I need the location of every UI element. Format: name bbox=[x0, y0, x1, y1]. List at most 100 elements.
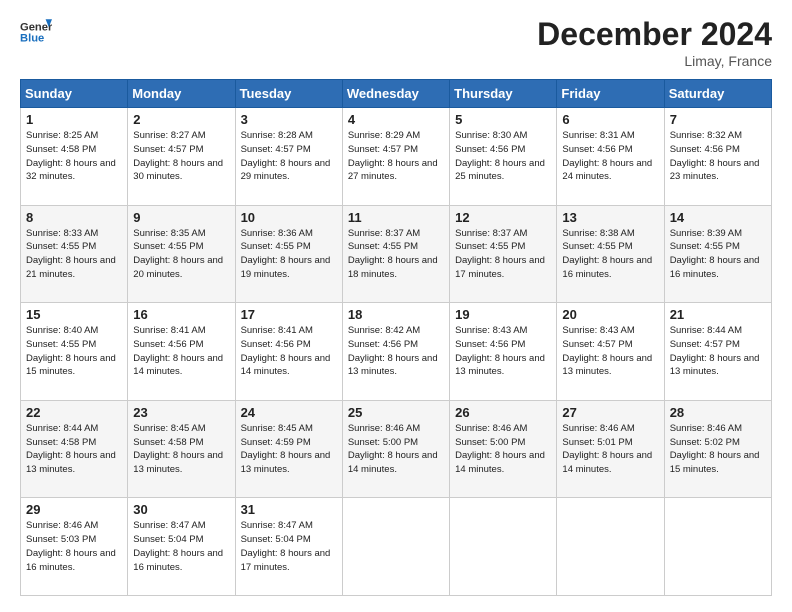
calendar-cell: 8 Sunrise: 8:33 AMSunset: 4:55 PMDaylight… bbox=[21, 205, 128, 303]
svg-text:Blue: Blue bbox=[20, 33, 44, 45]
cell-info: Sunrise: 8:33 AMSunset: 4:55 PMDaylight:… bbox=[26, 227, 122, 282]
cell-info: Sunrise: 8:30 AMSunset: 4:56 PMDaylight:… bbox=[455, 129, 551, 184]
week-row-3: 15 Sunrise: 8:40 AMSunset: 4:55 PMDayligh… bbox=[21, 303, 772, 401]
calendar-cell: 12 Sunrise: 8:37 AMSunset: 4:55 PMDayligh… bbox=[450, 205, 557, 303]
cell-info: Sunrise: 8:42 AMSunset: 4:56 PMDaylight:… bbox=[348, 324, 444, 379]
title-block: December 2024 Limay, France bbox=[537, 16, 772, 69]
day-of-week-wednesday: Wednesday bbox=[342, 80, 449, 108]
day-number: 26 bbox=[455, 405, 551, 420]
day-of-week-saturday: Saturday bbox=[664, 80, 771, 108]
week-row-2: 8 Sunrise: 8:33 AMSunset: 4:55 PMDaylight… bbox=[21, 205, 772, 303]
day-number: 17 bbox=[241, 307, 337, 322]
day-of-week-monday: Monday bbox=[128, 80, 235, 108]
day-number: 1 bbox=[26, 112, 122, 127]
day-number: 20 bbox=[562, 307, 658, 322]
cell-info: Sunrise: 8:45 AMSunset: 4:58 PMDaylight:… bbox=[133, 422, 229, 477]
cell-info: Sunrise: 8:25 AMSunset: 4:58 PMDaylight:… bbox=[26, 129, 122, 184]
day-number: 5 bbox=[455, 112, 551, 127]
day-of-week-thursday: Thursday bbox=[450, 80, 557, 108]
day-number: 2 bbox=[133, 112, 229, 127]
cell-info: Sunrise: 8:46 AMSunset: 5:02 PMDaylight:… bbox=[670, 422, 766, 477]
logo: General Blue bbox=[20, 16, 52, 48]
calendar-body: 1 Sunrise: 8:25 AMSunset: 4:58 PMDaylight… bbox=[21, 108, 772, 596]
day-number: 7 bbox=[670, 112, 766, 127]
calendar-cell: 19 Sunrise: 8:43 AMSunset: 4:56 PMDayligh… bbox=[450, 303, 557, 401]
location: Limay, France bbox=[537, 53, 772, 69]
day-of-week-tuesday: Tuesday bbox=[235, 80, 342, 108]
cell-info: Sunrise: 8:40 AMSunset: 4:55 PMDaylight:… bbox=[26, 324, 122, 379]
cell-info: Sunrise: 8:45 AMSunset: 4:59 PMDaylight:… bbox=[241, 422, 337, 477]
cell-info: Sunrise: 8:32 AMSunset: 4:56 PMDaylight:… bbox=[670, 129, 766, 184]
calendar-cell: 21Sunrise: 8:44 AMSunset: 4:57 PMDayligh… bbox=[664, 303, 771, 401]
calendar-cell: 22 Sunrise: 8:44 AMSunset: 4:58 PMDayligh… bbox=[21, 400, 128, 498]
calendar-cell: 25 Sunrise: 8:46 AMSunset: 5:00 PMDayligh… bbox=[342, 400, 449, 498]
cell-info: Sunrise: 8:44 AMSunset: 4:58 PMDaylight:… bbox=[26, 422, 122, 477]
calendar-cell: 14 Sunrise: 8:39 AMSunset: 4:55 PMDayligh… bbox=[664, 205, 771, 303]
cell-info: Sunrise: 8:47 AMSunset: 5:04 PMDaylight:… bbox=[241, 519, 337, 574]
calendar-cell: 2 Sunrise: 8:27 AMSunset: 4:57 PMDaylight… bbox=[128, 108, 235, 206]
calendar-cell: 30Sunrise: 8:47 AMSunset: 5:04 PMDayligh… bbox=[128, 498, 235, 596]
cell-info: Sunrise: 8:37 AMSunset: 4:55 PMDaylight:… bbox=[348, 227, 444, 282]
day-number: 27 bbox=[562, 405, 658, 420]
calendar-cell: 1 Sunrise: 8:25 AMSunset: 4:58 PMDaylight… bbox=[21, 108, 128, 206]
week-row-1: 1 Sunrise: 8:25 AMSunset: 4:58 PMDaylight… bbox=[21, 108, 772, 206]
cell-info: Sunrise: 8:41 AMSunset: 4:56 PMDaylight:… bbox=[241, 324, 337, 379]
cell-info: Sunrise: 8:37 AMSunset: 4:55 PMDaylight:… bbox=[455, 227, 551, 282]
calendar-cell: 9Sunrise: 8:35 AMSunset: 4:55 PMDaylight… bbox=[128, 205, 235, 303]
page: General Blue December 2024 Limay, France… bbox=[0, 0, 792, 612]
calendar-cell bbox=[557, 498, 664, 596]
cell-info: Sunrise: 8:47 AMSunset: 5:04 PMDaylight:… bbox=[133, 519, 229, 574]
calendar-cell: 26Sunrise: 8:46 AMSunset: 5:00 PMDayligh… bbox=[450, 400, 557, 498]
day-number: 19 bbox=[455, 307, 551, 322]
calendar-cell: 24Sunrise: 8:45 AMSunset: 4:59 PMDayligh… bbox=[235, 400, 342, 498]
calendar-cell: 16Sunrise: 8:41 AMSunset: 4:56 PMDayligh… bbox=[128, 303, 235, 401]
day-number: 4 bbox=[348, 112, 444, 127]
day-number: 3 bbox=[241, 112, 337, 127]
calendar-cell: 11 Sunrise: 8:37 AMSunset: 4:55 PMDayligh… bbox=[342, 205, 449, 303]
day-number: 14 bbox=[670, 210, 766, 225]
calendar-cell: 7 Sunrise: 8:32 AMSunset: 4:56 PMDaylight… bbox=[664, 108, 771, 206]
header: General Blue December 2024 Limay, France bbox=[20, 16, 772, 69]
day-number: 6 bbox=[562, 112, 658, 127]
cell-info: Sunrise: 8:43 AMSunset: 4:57 PMDaylight:… bbox=[562, 324, 658, 379]
calendar-cell bbox=[450, 498, 557, 596]
month-title: December 2024 bbox=[537, 16, 772, 53]
day-number: 25 bbox=[348, 405, 444, 420]
calendar-cell: 5 Sunrise: 8:30 AMSunset: 4:56 PMDaylight… bbox=[450, 108, 557, 206]
day-of-week-sunday: Sunday bbox=[21, 80, 128, 108]
calendar-cell: 31Sunrise: 8:47 AMSunset: 5:04 PMDayligh… bbox=[235, 498, 342, 596]
calendar-cell: 20 Sunrise: 8:43 AMSunset: 4:57 PMDayligh… bbox=[557, 303, 664, 401]
cell-info: Sunrise: 8:44 AMSunset: 4:57 PMDaylight:… bbox=[670, 324, 766, 379]
cell-info: Sunrise: 8:43 AMSunset: 4:56 PMDaylight:… bbox=[455, 324, 551, 379]
calendar-cell: 23Sunrise: 8:45 AMSunset: 4:58 PMDayligh… bbox=[128, 400, 235, 498]
cell-info: Sunrise: 8:39 AMSunset: 4:55 PMDaylight:… bbox=[670, 227, 766, 282]
day-number: 13 bbox=[562, 210, 658, 225]
day-number: 11 bbox=[348, 210, 444, 225]
calendar-cell bbox=[664, 498, 771, 596]
calendar-cell: 6 Sunrise: 8:31 AMSunset: 4:56 PMDaylight… bbox=[557, 108, 664, 206]
cell-info: Sunrise: 8:38 AMSunset: 4:55 PMDaylight:… bbox=[562, 227, 658, 282]
cell-info: Sunrise: 8:36 AMSunset: 4:55 PMDaylight:… bbox=[241, 227, 337, 282]
cell-info: Sunrise: 8:46 AMSunset: 5:03 PMDaylight:… bbox=[26, 519, 122, 574]
day-number: 15 bbox=[26, 307, 122, 322]
logo-icon: General Blue bbox=[20, 16, 52, 48]
cell-info: Sunrise: 8:46 AMSunset: 5:01 PMDaylight:… bbox=[562, 422, 658, 477]
cell-info: Sunrise: 8:35 AMSunset: 4:55 PMDaylight:… bbox=[133, 227, 229, 282]
calendar-cell: 4 Sunrise: 8:29 AMSunset: 4:57 PMDaylight… bbox=[342, 108, 449, 206]
cell-info: Sunrise: 8:46 AMSunset: 5:00 PMDaylight:… bbox=[348, 422, 444, 477]
calendar-cell bbox=[342, 498, 449, 596]
days-of-week-row: SundayMondayTuesdayWednesdayThursdayFrid… bbox=[21, 80, 772, 108]
cell-info: Sunrise: 8:31 AMSunset: 4:56 PMDaylight:… bbox=[562, 129, 658, 184]
calendar-cell: 10Sunrise: 8:36 AMSunset: 4:55 PMDayligh… bbox=[235, 205, 342, 303]
calendar-table: SundayMondayTuesdayWednesdayThursdayFrid… bbox=[20, 79, 772, 596]
calendar-cell: 13 Sunrise: 8:38 AMSunset: 4:55 PMDayligh… bbox=[557, 205, 664, 303]
cell-info: Sunrise: 8:29 AMSunset: 4:57 PMDaylight:… bbox=[348, 129, 444, 184]
cell-info: Sunrise: 8:27 AMSunset: 4:57 PMDaylight:… bbox=[133, 129, 229, 184]
day-number: 12 bbox=[455, 210, 551, 225]
week-row-5: 29Sunrise: 8:46 AMSunset: 5:03 PMDayligh… bbox=[21, 498, 772, 596]
day-number: 18 bbox=[348, 307, 444, 322]
day-number: 8 bbox=[26, 210, 122, 225]
day-number: 22 bbox=[26, 405, 122, 420]
calendar-cell: 27 Sunrise: 8:46 AMSunset: 5:01 PMDayligh… bbox=[557, 400, 664, 498]
cell-info: Sunrise: 8:28 AMSunset: 4:57 PMDaylight:… bbox=[241, 129, 337, 184]
